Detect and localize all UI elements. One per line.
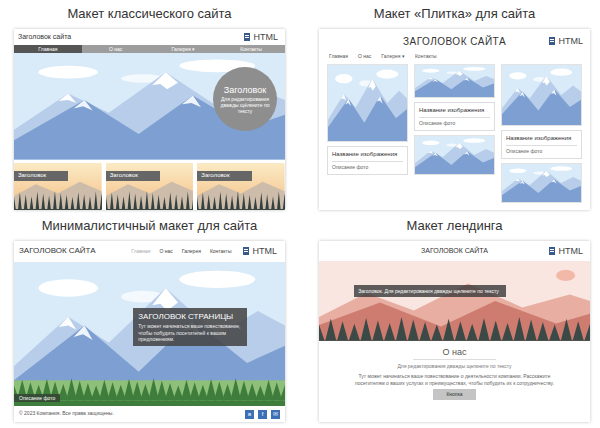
document-icon — [244, 33, 250, 41]
nav-item[interactable]: О нас — [159, 248, 172, 255]
about-title: О нас — [413, 347, 497, 361]
tile-column: Название изображения Описание фото — [501, 64, 582, 210]
mockup-frame: ЗАГОЛОВОК САЙТА Главная О нас Галерея Контак… — [14, 241, 285, 422]
hero-text: Тут может начинаться ваше повествование,… — [138, 323, 242, 342]
tile-title: Название изображения — [419, 107, 490, 118]
tile-text: Описание фото — [506, 148, 577, 154]
hero-text: Для редактирования дважды щёлкните по те… — [219, 96, 271, 114]
mountain-picture: Заголовок. Для редактирования дважды щел… — [319, 261, 590, 341]
about-button[interactable]: Кнопка — [433, 389, 475, 400]
site-title: ЗАГОЛОВОК САЙТА — [421, 246, 488, 257]
tile-card[interactable]: Название изображения Описание фото — [414, 102, 495, 131]
nav-item[interactable]: Главная — [329, 53, 348, 60]
tile-card[interactable]: Название изображения Описание фото — [501, 130, 582, 159]
thumb-picture: Заголовок — [197, 163, 285, 210]
site-header: ЗАГОЛОВОК САЙТА HTML — [319, 29, 590, 51]
thumb-picture: Заголовок — [106, 163, 194, 210]
thumb-picture: Заголовок — [14, 163, 102, 210]
nav-bar: ГлавнаяО насГалерея ▾Контакты — [14, 45, 285, 54]
panel-caption: Минималистичный макет для сайта — [14, 216, 285, 241]
nav-item[interactable]: Главная — [131, 248, 150, 255]
tile-title: Название изображения — [332, 151, 403, 162]
mountain-picture — [414, 135, 495, 175]
hero-title: Заголовок — [224, 85, 266, 96]
panel-caption: Макет классического сайта — [14, 4, 285, 29]
mockup-frame: ЗАГОЛОВОК САЙТА HTML Заголовок. Для редакт… — [319, 241, 590, 422]
mountain-picture — [327, 64, 408, 142]
copyright: © 2023 Компания. Все права защищены. — [19, 410, 114, 418]
layout-panel: Минималистичный макет для сайтаЗАГОЛОВОК… — [14, 216, 285, 422]
html-label: HTML — [559, 36, 584, 47]
document-icon — [243, 247, 249, 255]
tile-title: Название изображения — [506, 135, 577, 146]
thumb-label: Заголовок — [197, 171, 251, 181]
nav-item[interactable]: Контакты — [210, 248, 232, 255]
mountain-picture: ЗаголовокДля редактирования дважды щёлкн… — [14, 53, 285, 160]
nav-item[interactable]: Галерея ▾ — [150, 45, 218, 54]
tile-text: Описание фото — [332, 164, 403, 170]
html-label: HTML — [253, 246, 278, 257]
header-side: HTML — [506, 35, 586, 48]
nav-item[interactable]: Контакты — [217, 45, 285, 54]
nav-item[interactable]: Галерея ▾ — [381, 53, 405, 60]
social-icon[interactable]: в — [245, 410, 254, 419]
site-header: ЗАГОЛОВОК САЙТА Главная О нас Галерея Контак… — [14, 241, 285, 262]
site-title: ЗАГОЛОВОК САЙТА — [19, 245, 95, 257]
document-icon — [549, 247, 555, 255]
site-header: Заголовок сайта HTML — [14, 29, 285, 45]
about-section: О нас Для редактирования дважды щелкните … — [319, 341, 590, 422]
thumb-label: Заголовок — [106, 171, 160, 181]
thumb-label: Заголовок — [14, 171, 68, 181]
hero-text: Заголовок. Для редактирования дважды щел… — [354, 285, 506, 298]
site-header: ЗАГОЛОВОК САЙТА HTML — [319, 241, 590, 261]
mountain-picture: ЗАГОЛОВОК СТРАНИЦЫТут может начинаться в… — [14, 262, 285, 406]
layout-panel: Макет классического сайтаЗаголовок сайта… — [14, 4, 285, 210]
mockup-frame: Заголовок сайта HTML ГлавнаяО насГалерея ▾… — [14, 29, 285, 210]
social-links: вf ✉ — [245, 410, 280, 419]
html-badge: HTML — [241, 31, 282, 44]
html-badge: HTML — [240, 245, 281, 258]
document-icon — [549, 37, 555, 45]
tile-grid: Название изображенияОписание фотоНазвани… — [319, 64, 590, 210]
html-label: HTML — [254, 32, 279, 43]
mountain-picture — [414, 64, 495, 98]
social-icon[interactable]: ✉ — [271, 410, 280, 419]
thumb-row: Заголовок Заголовок Заголовок — [14, 160, 285, 210]
site-title: Заголовок сайта — [18, 32, 71, 43]
mountain-picture — [501, 163, 582, 203]
nav-item[interactable]: Главная — [14, 45, 82, 54]
layout-panel: Макет «Плитка» для сайта ЗАГОЛОВОК САЙТА H… — [319, 4, 590, 210]
tile-column: Название изображения Описание фото — [414, 64, 495, 210]
hero-title: ЗАГОЛОВОК СТРАНИЦЫ — [138, 312, 242, 322]
nav-item[interactable]: Контакты — [415, 53, 437, 60]
html-badge: HTML — [546, 245, 587, 258]
nav-item[interactable]: Галерея — [182, 248, 201, 255]
tile-card[interactable]: Название изображения Описание фото — [327, 146, 408, 175]
nav-bar: Главная О нас Галерея Контакты — [131, 248, 231, 255]
social-icon[interactable]: f — [258, 410, 267, 419]
panel-caption: Макет «Плитка» для сайта — [319, 4, 590, 29]
tile-column: Название изображения Описание фото — [327, 64, 408, 210]
hero-box: ЗАГОЛОВОК СТРАНИЦЫТут может начинаться в… — [133, 308, 247, 346]
hero-circle: ЗаголовокДля редактирования дважды щёлкн… — [213, 67, 277, 131]
nav-item[interactable]: О нас — [82, 45, 150, 54]
mockup-frame: ЗАГОЛОВОК САЙТА HTML Главная О нас Галерея ▾… — [319, 29, 590, 210]
photo-caption: Описание фото — [14, 394, 60, 403]
site-title: ЗАГОЛОВОК САЙТА — [403, 34, 506, 49]
tile-text: Описание фото — [419, 120, 490, 126]
about-subtitle: Для редактирования дважды щелкните по те… — [397, 363, 511, 370]
nav-bar: Главная О нас Галерея ▾ Контакты — [319, 51, 590, 65]
site-footer: © 2023 Компания. Все права защищены. вf ✉ — [14, 406, 285, 422]
html-label: HTML — [559, 246, 584, 257]
about-text: Тут может начинаться ваше повествование … — [349, 373, 560, 387]
header-side: HTML — [488, 245, 586, 258]
html-badge: HTML — [546, 35, 587, 48]
nav-item[interactable]: О нас — [358, 53, 371, 60]
mountain-picture — [501, 64, 582, 126]
panel-caption: Макет лендинга — [319, 216, 590, 241]
layout-panel: Макет лендинга ЗАГОЛОВОК САЙТА HTML Заголов… — [319, 216, 590, 422]
